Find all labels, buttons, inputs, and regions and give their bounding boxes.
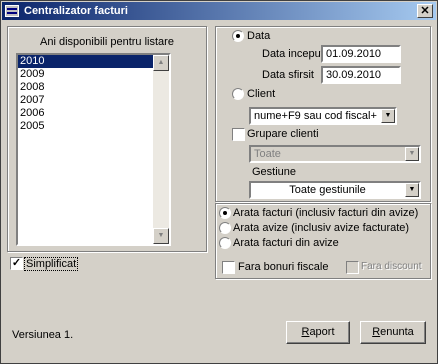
arata-avize-radio[interactable]	[219, 222, 231, 234]
list-item[interactable]: 2009	[18, 68, 153, 81]
app-icon	[5, 5, 19, 17]
data-sfirsit-input[interactable]: 30.09.2010	[321, 66, 401, 84]
arata-facturi-din-avize-label[interactable]: Arata facturi din avize	[233, 237, 339, 249]
raport-button[interactable]: Raport	[286, 321, 350, 344]
arata-avize-label[interactable]: Arata avize (inclusiv avize facturate)	[233, 222, 409, 234]
chevron-down-icon: ▼	[405, 147, 419, 161]
arata-facturi-label[interactable]: Arata facturi (inclusiv facturi din aviz…	[233, 207, 418, 219]
list-item[interactable]: 2010	[18, 55, 153, 68]
display-options-group: Arata facturi (inclusiv facturi din aviz…	[215, 203, 431, 279]
gestiune-label: Gestiune	[252, 166, 297, 178]
dialog-window: Centralizator facturi ✕ Ani disponibili …	[0, 0, 438, 364]
years-listbox[interactable]: 2010 2009 2008 2007 2006 2005 ▲ ▼	[16, 53, 171, 246]
grupare-clienti-label[interactable]: Grupare clienti	[247, 128, 319, 140]
list-item[interactable]: 2006	[18, 107, 153, 120]
raport-button-label: Raport	[301, 326, 335, 338]
filters-group: Data Data inceput 01.09.2010 Data sfirsi…	[215, 26, 431, 202]
client-combo-value: nume+F9 sau cod fiscal+F8	[254, 110, 377, 122]
data-inceput-input[interactable]: 01.09.2010	[321, 45, 401, 63]
years-scrollbar[interactable]: ▲ ▼	[153, 55, 169, 244]
years-group: Ani disponibili pentru listare 2010 2009 2…	[7, 26, 207, 252]
grupare-combo-value: Toate	[254, 148, 281, 160]
close-button[interactable]: ✕	[417, 4, 433, 18]
check-icon: ✓	[11, 257, 22, 269]
chevron-down-icon[interactable]: ▼	[381, 109, 395, 123]
version-label: Versiunea 1.	[12, 329, 74, 341]
list-item[interactable]: 2005	[18, 120, 153, 133]
fara-discount-label: Fara discount	[361, 261, 422, 272]
fara-bonuri-label[interactable]: Fara bonuri fiscale	[238, 261, 329, 273]
window-title: Centralizator facturi	[24, 5, 128, 17]
years-list: 2010 2009 2008 2007 2006 2005	[18, 55, 153, 133]
arata-facturi-radio[interactable]	[219, 207, 231, 219]
data-inceput-label: Data inceput	[262, 48, 324, 60]
renunta-button[interactable]: Renunta	[360, 321, 426, 344]
data-radio[interactable]	[232, 30, 244, 42]
arata-facturi-din-avize-radio[interactable]	[219, 237, 231, 249]
list-item[interactable]: 2007	[18, 94, 153, 107]
data-sfirsit-label: Data sfirsit	[262, 69, 314, 81]
fara-bonuri-checkbox[interactable]	[222, 261, 235, 274]
scroll-down-icon[interactable]: ▼	[153, 228, 169, 244]
grupare-combo: Toate ▼	[249, 145, 421, 163]
grupare-clienti-checkbox[interactable]	[232, 128, 245, 141]
data-radio-label[interactable]: Data	[247, 30, 270, 42]
gestiune-combo[interactable]: Toate gestiunile ▼	[249, 181, 421, 199]
renunta-button-label: Renunta	[372, 326, 414, 338]
client-combo[interactable]: nume+F9 sau cod fiscal+F8 ▼	[249, 107, 397, 125]
simplificat-checkbox[interactable]: ✓	[10, 257, 23, 270]
title-bar[interactable]: Centralizator facturi ✕	[2, 2, 436, 20]
years-group-title: Ani disponibili pentru listare	[40, 36, 174, 48]
fara-discount-checkbox	[346, 261, 359, 274]
chevron-down-icon[interactable]: ▼	[405, 183, 419, 197]
gestiune-combo-value: Toate gestiunile	[289, 184, 366, 196]
scroll-up-icon[interactable]: ▲	[153, 55, 169, 71]
simplificat-label[interactable]: Simplificat	[24, 257, 79, 271]
client-radio-label[interactable]: Client	[247, 88, 275, 100]
list-item[interactable]: 2008	[18, 81, 153, 94]
client-radio[interactable]	[232, 88, 244, 100]
